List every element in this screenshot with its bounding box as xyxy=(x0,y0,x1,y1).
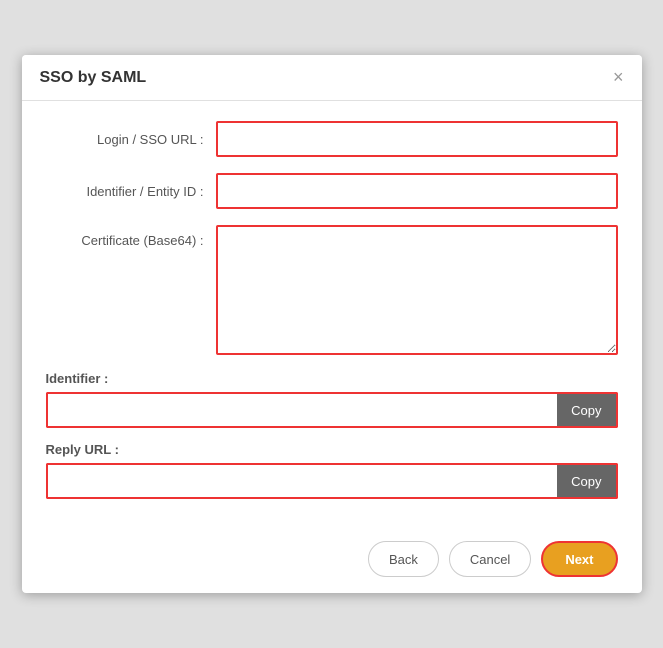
sso-saml-dialog: SSO by SAML × Login / SSO URL : Identifi… xyxy=(22,55,642,593)
reply-url-copy-input[interactable] xyxy=(46,463,558,499)
reply-url-section-label: Reply URL : xyxy=(46,442,618,457)
certificate-row: Certificate (Base64) : xyxy=(46,225,618,355)
dialog-body: Login / SSO URL : Identifier / Entity ID… xyxy=(22,101,642,529)
certificate-textarea[interactable] xyxy=(216,225,618,355)
dialog-footer: Back Cancel Next xyxy=(22,529,642,593)
identifier-entity-id-input[interactable] xyxy=(216,173,618,209)
certificate-label: Certificate (Base64) : xyxy=(46,225,216,248)
identifier-copy-row: Copy xyxy=(46,392,618,428)
login-sso-url-label: Login / SSO URL : xyxy=(46,132,216,147)
identifier-copy-button[interactable]: Copy xyxy=(557,392,617,428)
identifier-section-label: Identifier : xyxy=(46,371,618,386)
next-button[interactable]: Next xyxy=(541,541,617,577)
back-button[interactable]: Back xyxy=(368,541,439,577)
cancel-button[interactable]: Cancel xyxy=(449,541,531,577)
identifier-copy-input[interactable] xyxy=(46,392,558,428)
dialog-title: SSO by SAML xyxy=(40,69,147,87)
dialog-header: SSO by SAML × xyxy=(22,55,642,101)
login-sso-url-row: Login / SSO URL : xyxy=(46,121,618,157)
identifier-entity-id-row: Identifier / Entity ID : xyxy=(46,173,618,209)
close-icon[interactable]: × xyxy=(613,67,624,88)
login-sso-url-input[interactable] xyxy=(216,121,618,157)
reply-url-copy-row: Copy xyxy=(46,463,618,499)
reply-url-copy-button[interactable]: Copy xyxy=(557,463,617,499)
identifier-entity-id-label: Identifier / Entity ID : xyxy=(46,184,216,199)
